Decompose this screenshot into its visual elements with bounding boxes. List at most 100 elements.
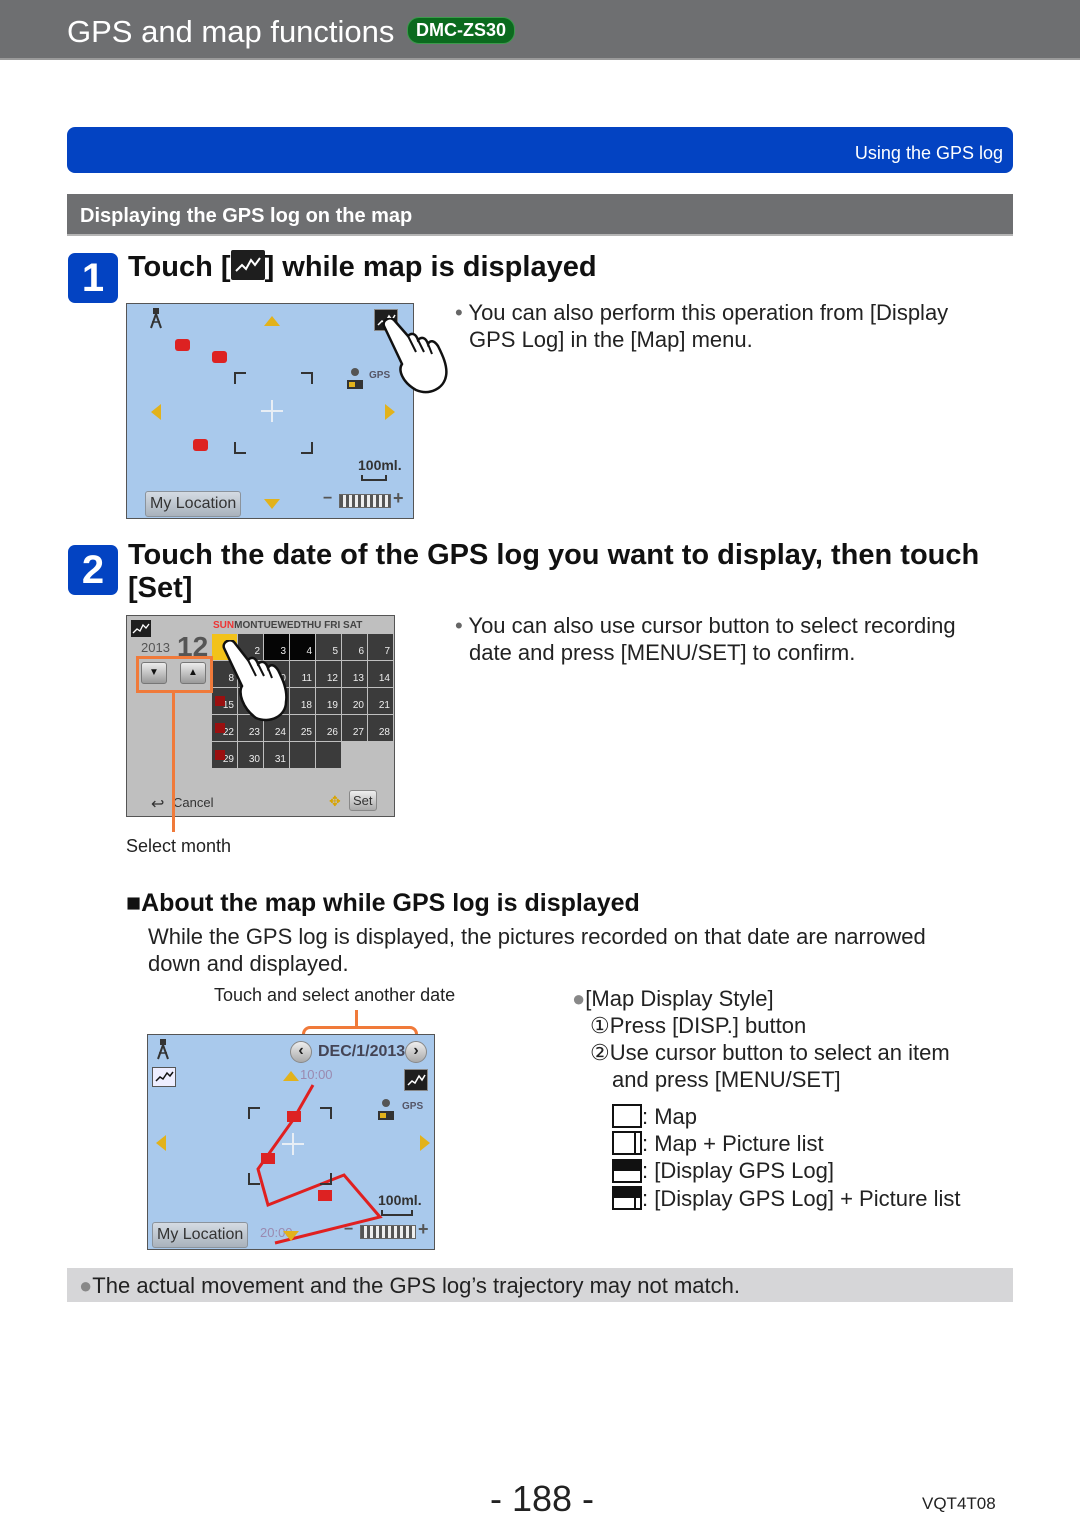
crosshair-icon — [282, 1133, 304, 1155]
focus-corner — [234, 442, 246, 454]
calendar-day[interactable]: 31 — [264, 742, 289, 768]
calendar-day[interactable]: 6 — [342, 634, 367, 660]
display-style-options: : Map : Map + Picture list : [Display GP… — [612, 1103, 961, 1212]
tripod-icon — [150, 308, 162, 329]
zoom-slider[interactable] — [360, 1225, 416, 1239]
weekday-header: SUNMONTUEWEDTHU FRI SAT — [213, 620, 362, 631]
scroll-left-arrow[interactable] — [156, 1135, 166, 1151]
calendar-day[interactable]: 26 — [316, 715, 341, 741]
photo-pin[interactable] — [212, 351, 227, 363]
scroll-up-arrow[interactable] — [264, 316, 280, 326]
map-display-style-step2-line1: ②Use cursor button to select an item — [590, 1040, 950, 1065]
option-label: : Map — [642, 1104, 698, 1129]
display-gps-log-icon — [612, 1158, 642, 1183]
calendar-day[interactable]: 25 — [290, 715, 315, 741]
step-1-note-line2: GPS Log] in the [Map] menu. — [469, 327, 753, 352]
option-display-gps-log: : [Display GPS Log] — [612, 1157, 961, 1184]
calendar-day[interactable]: 18 — [290, 688, 315, 714]
track-photo-pin — [318, 1190, 332, 1201]
crosshair-icon — [261, 400, 283, 422]
map-display-style-title: [Map Display Style] — [585, 986, 774, 1011]
calendar-day[interactable]: 12 — [316, 661, 341, 687]
calendar-day[interactable]: 29 — [212, 742, 237, 768]
bullet: ● — [572, 986, 586, 1011]
zoom-in-icon[interactable]: + — [418, 1219, 429, 1240]
touch-hand-icon — [222, 640, 288, 722]
calendar-day[interactable]: 7 — [368, 634, 393, 660]
photo-pin[interactable] — [193, 439, 208, 451]
bullet: • — [455, 613, 463, 638]
step-2-note-line2: date and press [MENU/SET] to confirm. — [469, 640, 856, 665]
back-icon[interactable]: ↩ — [151, 794, 164, 814]
cancel-button[interactable]: Cancel — [173, 795, 213, 810]
about-heading-text: About the map while GPS log is displayed — [141, 889, 640, 917]
step-2-badge: 2 — [68, 545, 118, 595]
previous-month-button[interactable]: ▼ — [141, 662, 167, 684]
zoom-slider[interactable] — [339, 494, 391, 508]
scroll-down-arrow[interactable] — [283, 1231, 299, 1241]
map-icon — [612, 1104, 642, 1129]
focus-corner — [234, 372, 246, 384]
step-1-note: • You can also perform this operation fr… — [455, 299, 948, 353]
zoom-out-icon[interactable]: − — [344, 1221, 353, 1239]
calendar-day[interactable]: 13 — [342, 661, 367, 687]
step-1-title: Touch [ ] while map is displayed — [128, 250, 597, 284]
weekday-tue: TUE — [257, 620, 278, 631]
step-1-title-start: Touch [ — [128, 251, 231, 283]
calendar-day[interactable]: 21 — [368, 688, 393, 714]
page-number: - 188 - — [490, 1478, 595, 1519]
gps-log-icon — [230, 250, 265, 281]
scroll-right-arrow[interactable] — [420, 1135, 430, 1151]
track-photo-pin — [287, 1111, 301, 1122]
photo-pin[interactable] — [175, 339, 190, 351]
note-bar: ●The actual movement and the GPS log’s t… — [67, 1268, 1013, 1302]
weekday-wed: WED — [277, 620, 301, 631]
zoom-in-icon[interactable]: + — [393, 488, 404, 509]
step-1-note-line1: You can also perform this operation from… — [468, 300, 949, 325]
map-display-style-step1: ①Press [DISP.] button — [590, 1013, 807, 1038]
focus-corner — [320, 1173, 332, 1185]
scroll-down-arrow[interactable] — [264, 499, 280, 509]
option-map: : Map — [612, 1103, 961, 1130]
weekday-fri: FRI — [324, 620, 341, 631]
calendar-day[interactable]: 4 — [290, 634, 315, 660]
weekday-thu: THU — [300, 620, 322, 631]
map-screen-1: GPS 100ml. My Location − + — [126, 303, 414, 519]
step-1-title-end: ] while map is displayed — [264, 251, 597, 283]
option-label: : Map + Picture list — [642, 1131, 824, 1157]
focus-corner — [248, 1107, 260, 1119]
callout-line — [172, 692, 175, 832]
focus-corner — [301, 442, 313, 454]
my-location-button[interactable]: My Location — [145, 491, 242, 517]
scroll-right-arrow[interactable] — [385, 404, 395, 420]
my-location-button[interactable]: My Location — [152, 1222, 249, 1248]
calendar-year: 2013 — [141, 640, 170, 655]
section-link-using-gps-log[interactable]: Using the GPS log — [855, 143, 1003, 164]
next-month-button[interactable]: ▲ — [180, 662, 206, 684]
bullet: • — [455, 300, 463, 325]
square-bullet-icon: ■ — [126, 889, 142, 917]
weekday-sun: SUN — [213, 620, 235, 631]
display-gps-log-picture-list-icon — [612, 1185, 642, 1210]
calendar-day[interactable]: 5 — [316, 634, 341, 660]
bullet: ● — [79, 1273, 93, 1298]
model-badge: DMC-ZS30 — [407, 17, 516, 45]
map-display-style: ●[Map Display Style] ①Press [DISP.] butt… — [572, 985, 950, 1093]
gps-log-map-screen: ‹ DEC/1/2013 › 10:00 GPS 20:00 100ml. My… — [147, 1034, 435, 1250]
zoom-out-icon[interactable]: − — [323, 490, 332, 508]
set-button[interactable]: Set — [349, 790, 377, 811]
calendar-day[interactable]: 19 — [316, 688, 341, 714]
scroll-left-arrow[interactable] — [151, 404, 161, 420]
scale-bar — [381, 1210, 413, 1216]
calendar-empty-cell — [290, 742, 315, 768]
calendar-day[interactable]: 30 — [238, 742, 263, 768]
note-text: The actual movement and the GPS log’s tr… — [92, 1273, 740, 1298]
focus-corner — [301, 372, 313, 384]
calendar-day[interactable]: 11 — [290, 661, 315, 687]
calendar-day[interactable]: 27 — [342, 715, 367, 741]
calendar-day[interactable]: 28 — [368, 715, 393, 741]
option-label: : [Display GPS Log] — [642, 1158, 834, 1184]
calendar-day[interactable]: 20 — [342, 688, 367, 714]
calendar-day[interactable]: 14 — [368, 661, 393, 687]
step-2-title: Touch the date of the GPS log you want t… — [128, 539, 979, 605]
